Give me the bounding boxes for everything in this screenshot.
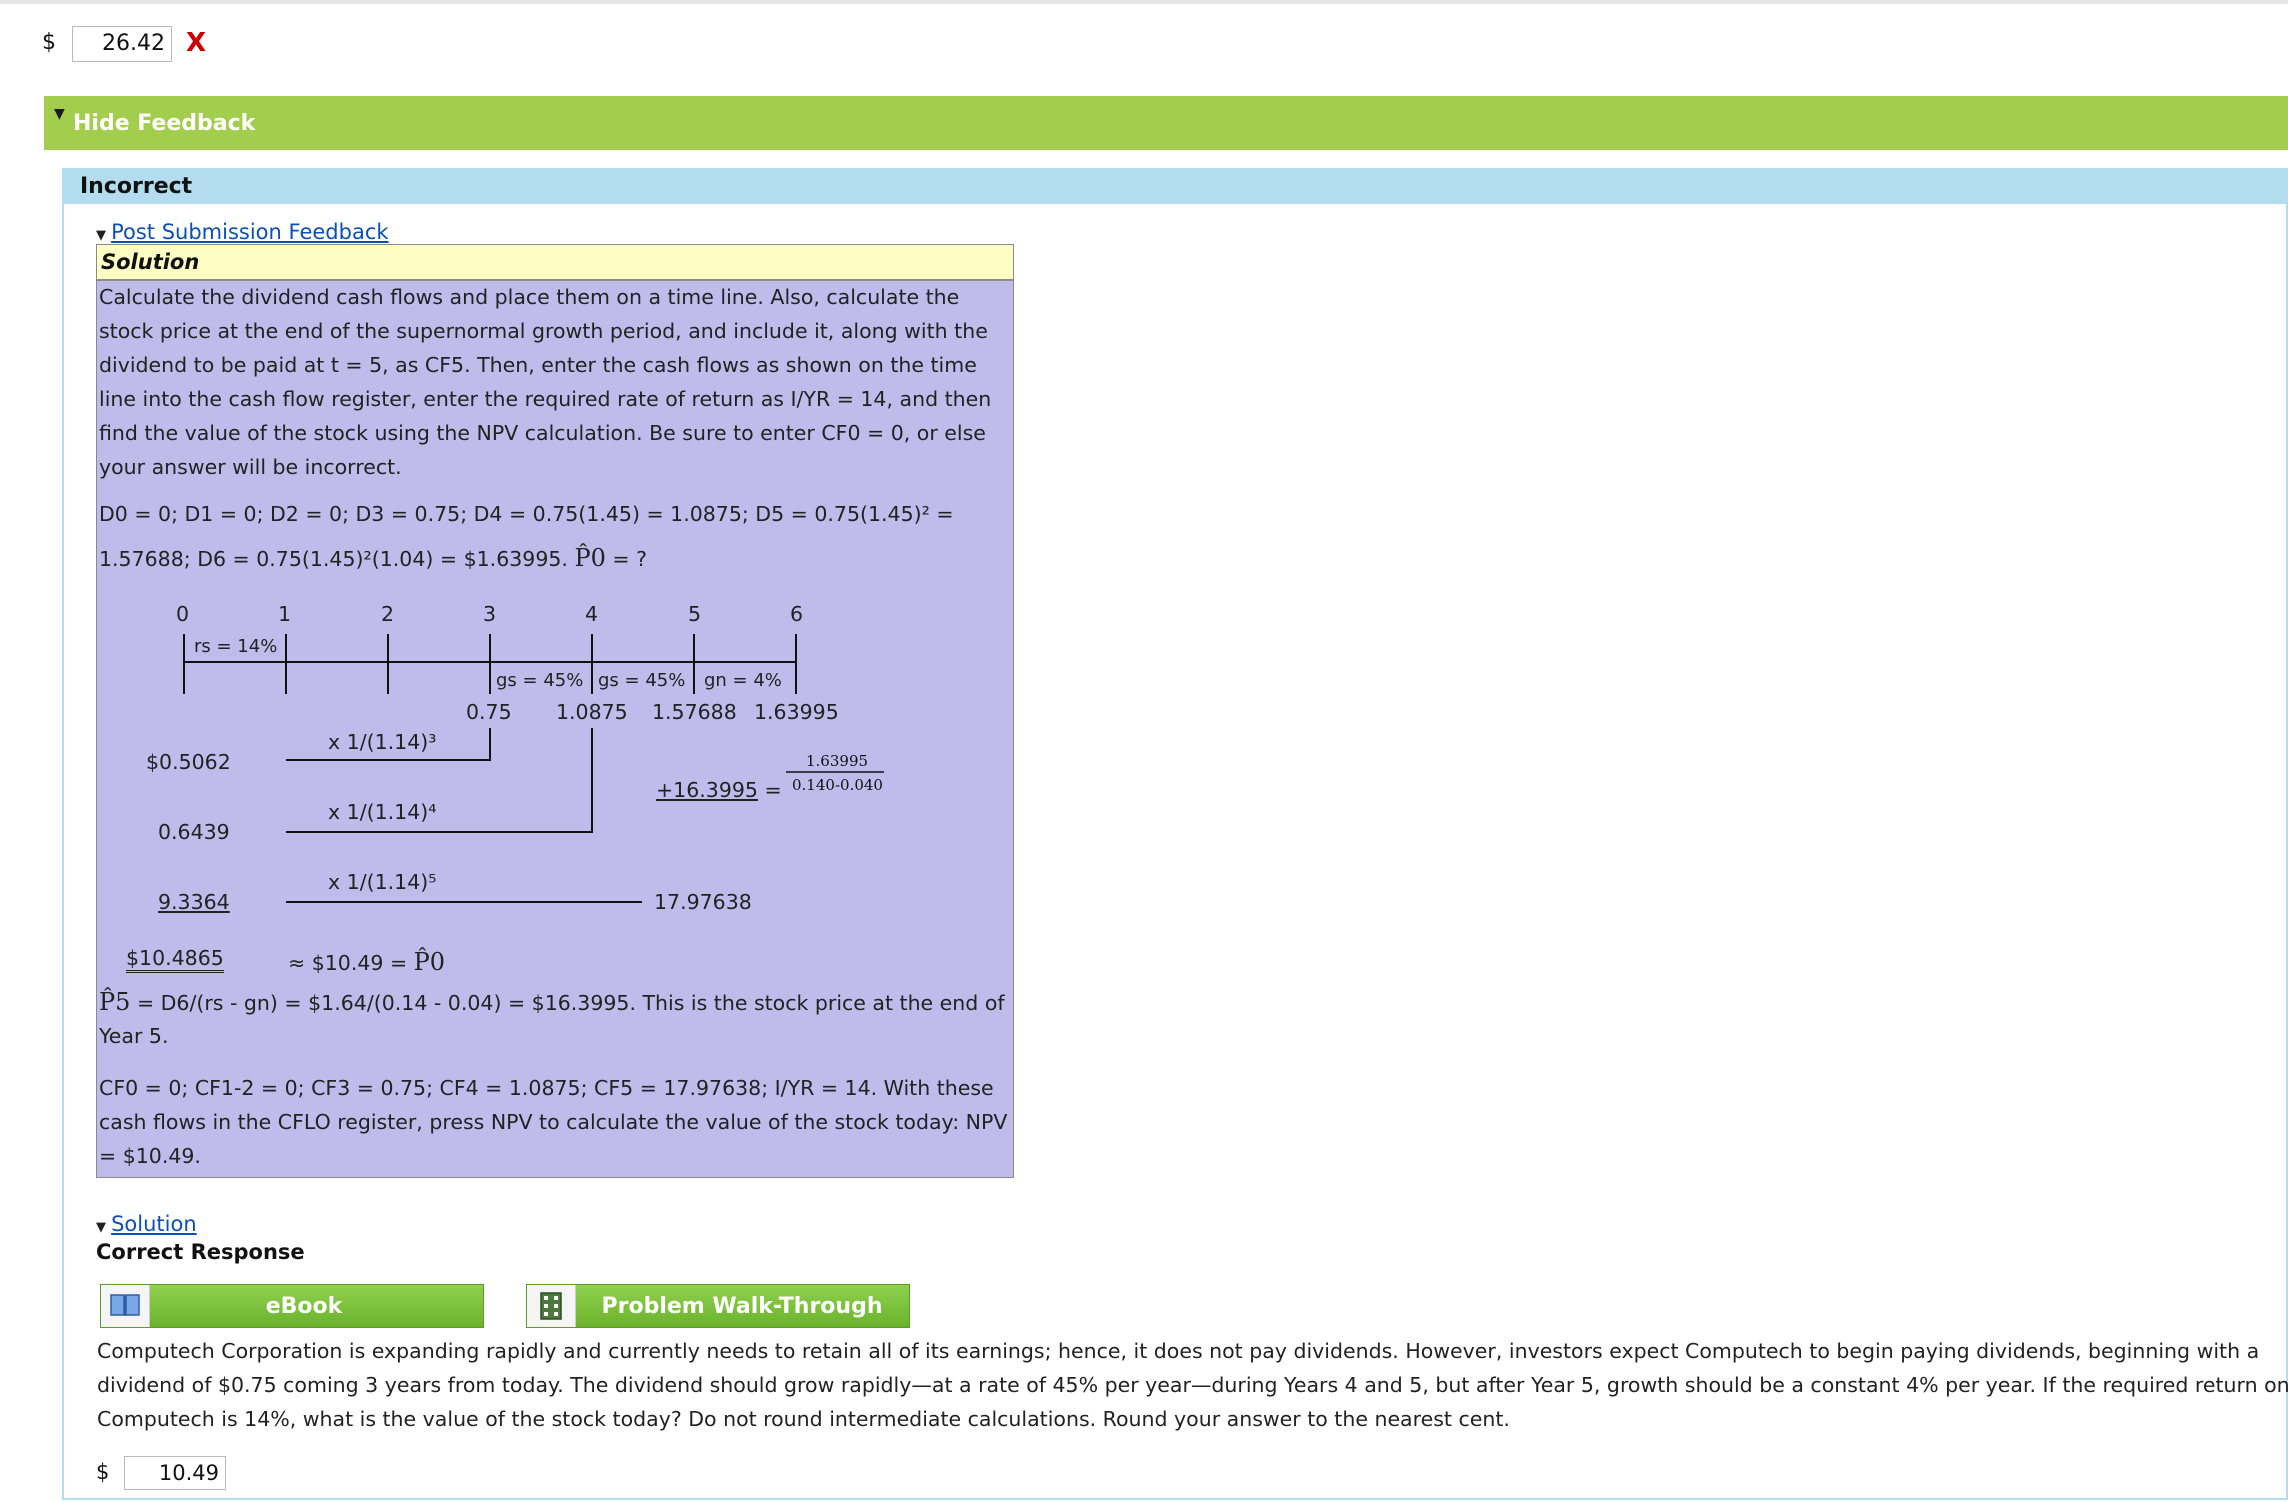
rate-label: rs = 14% — [194, 636, 278, 657]
cashflow-value: 1.63995 — [754, 700, 839, 724]
cashflow-value: 1.57688 — [652, 700, 737, 724]
result-header: Incorrect — [62, 168, 2288, 204]
currency-symbol: $ — [96, 1460, 110, 1484]
cashflow-value: 0.75 — [466, 700, 512, 724]
correct-response-label: Correct Response — [96, 1240, 305, 1264]
post-feedback-toggle[interactable]: ▼ Post Submission Feedback — [96, 220, 389, 244]
question-line-2: dividend of $0.75 coming 3 years from to… — [97, 1373, 2288, 1397]
pv-value: 9.3364 — [158, 890, 230, 914]
solution-toggle[interactable]: ▼ Solution — [96, 1212, 197, 1236]
incorrect-mark-icon: X — [186, 28, 207, 58]
walkthrough-button-label: Problem Walk-Through — [601, 1294, 883, 1319]
ebook-button-label: eBook — [265, 1294, 343, 1319]
pv-value: $0.5062 — [146, 750, 231, 774]
cf-line-1: CF0 = 0; CF1-2 = 0; CF3 = 0.75; CF4 = 1.… — [99, 1076, 994, 1100]
problem-walkthrough-button[interactable]: Problem Walk-Through — [526, 1284, 910, 1328]
growth-label: gs = 45% — [496, 670, 584, 691]
question-line-3: Computech is 14%, what is the value of t… — [97, 1407, 1510, 1431]
cf5-total: 17.97638 — [654, 890, 752, 914]
growth-label: gs = 45% — [598, 670, 686, 691]
top-divider — [0, 0, 2288, 4]
dividends-line-2: 1.57688; D6 = 0.75(1.45)²(1.04) = $1.639… — [99, 544, 647, 572]
p5-line-1: P̂5 = D6/(rs - gn) = $1.64/(0.14 - 0.04)… — [99, 988, 1005, 1016]
solution-heading: Solution — [96, 244, 1014, 280]
triangle-down-icon: ▼ — [96, 228, 106, 243]
dividends-line-1: D0 = 0; D1 = 0; D2 = 0; D3 = 0.75; D4 = … — [99, 502, 954, 526]
p0-symbol: P̂0 — [413, 948, 446, 976]
triangle-down-icon: ▼ — [54, 106, 65, 122]
solution-paragraph: Calculate the dividend cash flows and pl… — [99, 285, 992, 479]
answer-field[interactable]: 26.42 — [72, 26, 172, 62]
terminal-value: +16.3995 = — [656, 778, 782, 802]
growth-label: gn = 4% — [704, 670, 782, 691]
pv-sum: $10.4865 — [126, 946, 224, 973]
fraction-numerator: 1.63995 — [806, 752, 869, 770]
discount-factor: x 1/(1.14)⁴ — [328, 800, 437, 824]
discount-factor: x 1/(1.14)³ — [328, 730, 437, 754]
cf-line-3: = $10.49. — [99, 1144, 201, 1168]
post-feedback-link[interactable]: Post Submission Feedback — [111, 220, 388, 244]
cf-line-2: cash flows in the CFLO register, press N… — [99, 1110, 1008, 1134]
result-label: Incorrect — [80, 174, 193, 199]
solution-link[interactable]: Solution — [111, 1212, 197, 1236]
hide-feedback-toggle[interactable]: ▼ Hide Feedback — [44, 96, 2288, 150]
ebook-button[interactable]: eBook — [100, 1284, 484, 1328]
discount-factor: x 1/(1.14)⁵ — [328, 870, 437, 894]
hide-feedback-label: Hide Feedback — [73, 111, 256, 136]
cashflow-value: 1.0875 — [556, 700, 628, 724]
approx-line: ≈ $10.49 = P̂0 — [288, 948, 446, 976]
correct-answer-field: 10.49 — [124, 1456, 226, 1490]
fraction-denominator: 0.140-0.040 — [792, 776, 883, 794]
p5-line-2: Year 5. — [99, 1024, 169, 1048]
p5-symbol: P̂5 — [99, 988, 131, 1016]
triangle-down-icon: ▼ — [96, 1220, 106, 1235]
currency-symbol: $ — [42, 30, 56, 55]
pv-value: 0.6439 — [158, 820, 230, 844]
question-line-1: Computech Corporation is expanding rapid… — [97, 1339, 2260, 1363]
p0-symbol: P̂0 — [574, 544, 606, 572]
